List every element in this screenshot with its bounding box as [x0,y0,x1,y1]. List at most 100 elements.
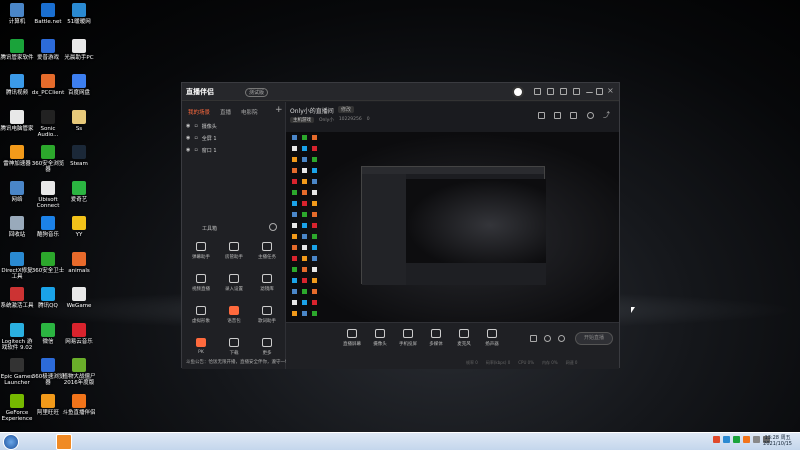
tray-app-icon[interactable] [733,436,740,443]
source-item[interactable]: ◉ ▫ 摄像头 [186,123,217,130]
desktop-icon[interactable]: 回收站 [0,216,34,238]
desktop-icon[interactable]: 微信 [31,322,65,345]
bottom-button[interactable]: 手机投屏 [394,329,422,347]
desktop-icon[interactable]: WeGame [62,287,96,309]
tab-live[interactable]: 直播 [220,108,231,116]
mail-icon[interactable] [534,88,541,95]
desktop-icon[interactable]: 阿里旺旺 [31,393,65,416]
tab-cinema[interactable]: 电影院 [241,108,258,116]
desktop-icon[interactable]: 计算机 [0,3,34,25]
edit-room-button[interactable]: 修改 [338,106,355,113]
desktop-icon[interactable]: 360安全浏览器 [31,145,65,173]
shirt-icon[interactable] [560,88,567,95]
lock-icon[interactable]: ▫ [194,123,197,130]
desktop-icon[interactable]: GeForce Experience [0,393,34,422]
desktop-icon[interactable]: 斗鱼直播伴侣 [62,393,96,416]
desktop-icon[interactable]: 网络 [0,180,34,203]
camera-icon[interactable] [530,335,537,342]
desktop-icon[interactable]: 爱奇艺 [62,180,96,203]
desktop-icon[interactable]: 雷神加速器 [0,145,34,167]
bottom-button-icon [459,329,469,338]
tool-item[interactable]: 下载 [217,338,251,356]
desktop-icon[interactable]: 51暖暖网 [62,3,96,25]
gift-icon[interactable] [547,88,554,95]
preview-icon [302,300,307,305]
toolbox-more-icon[interactable] [269,223,277,231]
bottom-button[interactable]: 摄像头 [366,329,394,347]
lock-icon[interactable]: ▫ [194,135,197,142]
tool-item[interactable]: 视频直播 [184,274,218,292]
tool-item[interactable]: 房管助手 [217,242,251,260]
desktop-icon[interactable]: dx_PCClient [31,74,65,96]
tool-item[interactable]: 语音包 [217,306,251,324]
desktop-icon[interactable]: Battle.net [31,3,65,25]
bottom-button[interactable]: 扬声器 [478,329,506,347]
desktop-icon[interactable]: 光晨助手PC [62,38,96,61]
bottom-button[interactable]: 直播屏幕 [338,329,366,347]
desktop-icon[interactable]: 360安全卫士 [31,251,65,274]
desktop-icon[interactable]: Sonic Audio... [31,109,65,138]
tool-item[interactable]: 弹幕助手 [184,242,218,260]
desktop-icon[interactable]: 腾讯视频 [0,74,34,96]
tool-item[interactable]: 录入设置 [217,274,251,292]
eye-icon[interactable]: ◉ [186,135,190,142]
desktop-icon[interactable]: 360极速浏览器 [31,358,65,386]
settings-icon[interactable] [558,335,565,342]
tool-item[interactable]: 主播任务 [250,242,284,260]
app-title: 直播伴侣 [186,88,214,96]
start-live-button[interactable]: 开始直播 [575,332,613,345]
room-category[interactable]: 主机游戏 [290,117,314,123]
tool-item[interactable]: 歌词助手 [250,306,284,324]
start-button[interactable] [3,434,19,450]
source-item[interactable]: ◉ ▫ 窗口 1 [186,147,217,154]
desktop-icon[interactable]: Ubisoft Connect [31,180,65,209]
source-name: 窗口 1 [201,148,217,154]
bottom-button[interactable]: 多媒体 [422,329,450,347]
eye-icon[interactable]: ◉ [186,147,190,154]
desktop-icon[interactable]: DirectX修复工具 [0,251,34,280]
desktop-icon[interactable]: Ss [62,109,96,132]
desktop-icon[interactable]: 腾讯QQ [31,287,65,309]
network-icon[interactable] [753,436,760,443]
tool-item[interactable]: 虚拟形象 [184,306,218,324]
gift-icon[interactable] [538,112,545,119]
desktop-icon[interactable]: Epic Games Launcher [0,358,34,386]
desktop-icon[interactable]: 酷狗音乐 [31,216,65,238]
close-icon[interactable]: × [607,86,614,95]
desktop-icon[interactable]: 系统激活工具 [0,287,34,309]
eye-icon[interactable] [544,335,551,342]
eye-icon[interactable]: ◉ [186,123,190,130]
tab-my-scenes[interactable]: 我的场景 [188,108,210,116]
user-avatar[interactable] [512,86,524,98]
maximize-icon[interactable] [596,88,603,95]
desktop-icon[interactable]: 植物大战僵尸2016年度版 [62,358,96,386]
add-scene-button[interactable]: + [275,105,283,115]
desktop-icon[interactable]: 腾讯电脑管家 [0,109,34,132]
share-icon[interactable]: ⤴ [603,110,610,119]
tool-item[interactable]: 更多 [250,338,284,356]
clock[interactable]: 13:28 周五 2021/10/15 [763,435,792,447]
tray-app-icon[interactable] [713,436,720,443]
tool-item[interactable]: PK [184,338,218,355]
desktop-icon[interactable]: 腾讯管家软件 [0,38,34,61]
minimize-icon[interactable] [586,88,593,93]
source-item[interactable]: ◉ ▫ 全屏 1 [186,135,217,142]
desktop-icon[interactable]: YY [62,216,96,238]
desktop-icon[interactable]: Steam [62,145,96,167]
menu-icon[interactable] [573,88,580,95]
stream-preview[interactable] [286,132,619,322]
lock-icon[interactable]: ▫ [194,147,197,154]
lock-icon[interactable] [570,112,577,119]
bell-icon[interactable] [587,112,594,119]
tray-app-icon[interactable] [723,436,730,443]
desktop-icon[interactable]: Logitech 游戏软件 9.02 [0,322,34,351]
taskbar-app-live[interactable] [56,434,72,450]
desktop-icon[interactable]: 爱普游戏 [31,38,65,61]
desktop-icon[interactable]: animals [62,251,96,274]
tray-app-icon[interactable] [743,436,750,443]
bottom-button[interactable]: 麦克风 [450,329,478,347]
desktop-icon[interactable]: 百度网盘 [62,74,96,96]
desktop-icon[interactable]: 网易云音乐 [62,322,96,345]
tool-item[interactable]: 滤镜库 [250,274,284,292]
bag-icon[interactable] [554,112,561,119]
